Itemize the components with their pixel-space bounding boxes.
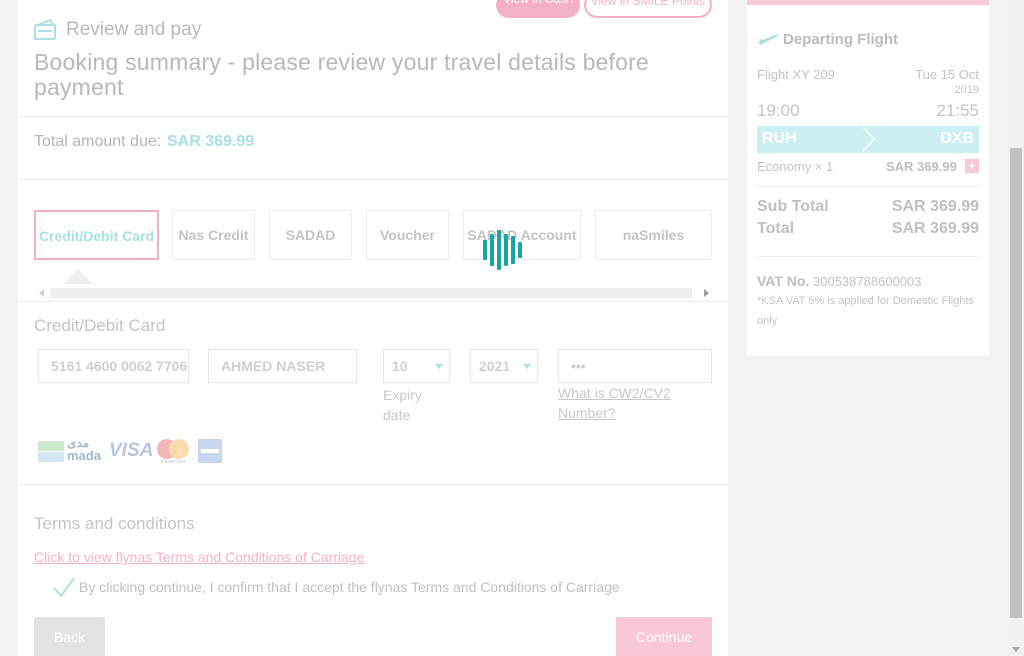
total-amount-label: Total amount due: — [34, 133, 162, 150]
continue-button[interactable]: Continue — [616, 617, 712, 656]
loading-spinner-icon — [483, 230, 525, 270]
mada-logo: مدى mada — [38, 436, 102, 463]
flight-date: Tue 15 Oct — [915, 67, 979, 82]
scrollbar-track[interactable] — [50, 288, 692, 298]
tab-nas-credit[interactable]: Nas Credit — [172, 210, 255, 260]
sub-total-value: SAR 369.99 — [891, 198, 979, 215]
scroll-down-arrow-icon[interactable] — [1012, 647, 1020, 652]
plane-icon — [758, 34, 778, 45]
vat-label: VAT No. — [757, 273, 810, 289]
flight-summary-panel: Departing Flight Flight XY 209 Tue 15 Oc… — [747, 0, 989, 356]
active-tab-pointer — [63, 269, 93, 284]
arrival-time: 21:55 — [936, 101, 979, 120]
expiry-label-line2: date — [383, 407, 411, 423]
review-and-pay-title: Review and pay — [66, 19, 202, 40]
main-panel: View in Cash View in SMILE Points Review… — [18, 0, 728, 656]
mastercard-logo: mastercard — [157, 439, 189, 465]
expand-fare-button[interactable]: + — [965, 159, 979, 173]
chevron-down-icon — [435, 364, 443, 369]
expiry-label-line1: Expiry — [383, 387, 422, 403]
back-button[interactable]: Back — [34, 617, 105, 656]
destination-code: DXB — [940, 130, 974, 147]
scroll-right-arrow-icon[interactable] — [704, 289, 709, 297]
view-in-points-button[interactable]: View in SMILE Points — [584, 0, 712, 18]
divider — [18, 301, 728, 302]
accept-terms-label: By clicking continue, I confirm that I a… — [79, 579, 620, 595]
total-amount-value: SAR 369.99 — [167, 133, 255, 150]
accept-terms-checkbox[interactable] — [52, 576, 76, 598]
tab-credit-debit-card[interactable]: Credit/Debit Card — [34, 210, 159, 260]
flight-year: 2019 — [954, 84, 979, 96]
fare-amount: SAR 369.99 — [886, 159, 957, 174]
tab-voucher[interactable]: Voucher — [366, 210, 449, 260]
cvv-help-link-line2[interactable]: Number? — [558, 403, 616, 423]
cvv-input[interactable]: ••• — [558, 349, 712, 383]
tab-sadad[interactable]: SADAD — [269, 210, 352, 260]
vat-number: 300538788600003 — [813, 274, 922, 289]
expiry-month-value: 10 — [392, 358, 408, 374]
booking-summary-heading: Booking summary - please review your tra… — [34, 49, 649, 100]
card-section-title: Credit/Debit Card — [34, 316, 166, 335]
vat-note-line2: only — [757, 315, 778, 327]
departing-flight-title: Departing Flight — [783, 31, 898, 48]
amex-logo — [198, 439, 222, 463]
route-bar: RUH DXB — [757, 126, 979, 153]
card-number-input[interactable]: 5161 4600 0062 7706 — [38, 349, 189, 383]
sub-total-label: Sub Total — [757, 198, 829, 215]
cabin-class: Economy × 1 — [757, 159, 834, 174]
expiry-year-select[interactable]: 2021 — [470, 349, 538, 383]
total-label: Total — [757, 220, 795, 237]
flight-number: Flight XY 209 — [757, 67, 835, 82]
visa-logo: VISA — [109, 440, 154, 461]
page-scrollbar[interactable] — [1008, 0, 1024, 656]
cvv-help-link-line1[interactable]: What is CW2/CV2 — [558, 383, 671, 403]
payment-card-icon — [34, 19, 56, 40]
expiry-month-select[interactable]: 10 — [383, 349, 450, 383]
scroll-left-arrow-icon[interactable] — [39, 289, 44, 297]
divider — [18, 179, 728, 180]
divider — [757, 256, 979, 257]
total-value: SAR 369.99 — [891, 220, 979, 237]
view-in-cash-button[interactable]: View in Cash — [496, 0, 580, 18]
tabs-horizontal-scrollbar[interactable] — [34, 286, 714, 300]
departure-time: 19:00 — [757, 101, 800, 120]
scrollbar-thumb[interactable] — [1010, 148, 1022, 618]
chevron-down-icon — [523, 364, 531, 369]
expiry-year-value: 2021 — [479, 358, 511, 374]
terms-of-carriage-link[interactable]: Click to view flynas Terms and Condition… — [34, 549, 364, 565]
divider — [18, 484, 728, 485]
divider — [757, 186, 979, 187]
terms-section-title: Terms and conditions — [34, 514, 195, 533]
tab-nasmiles[interactable]: naSmiles — [595, 210, 712, 260]
card-holder-input[interactable]: AHMED NASER — [208, 349, 357, 383]
divider — [18, 116, 728, 117]
origin-code: RUH — [762, 130, 797, 147]
panel-accent-bar — [747, 0, 989, 5]
vat-note-line1: *KSA VAT 5% is applied for Domestic Flig… — [757, 295, 975, 307]
